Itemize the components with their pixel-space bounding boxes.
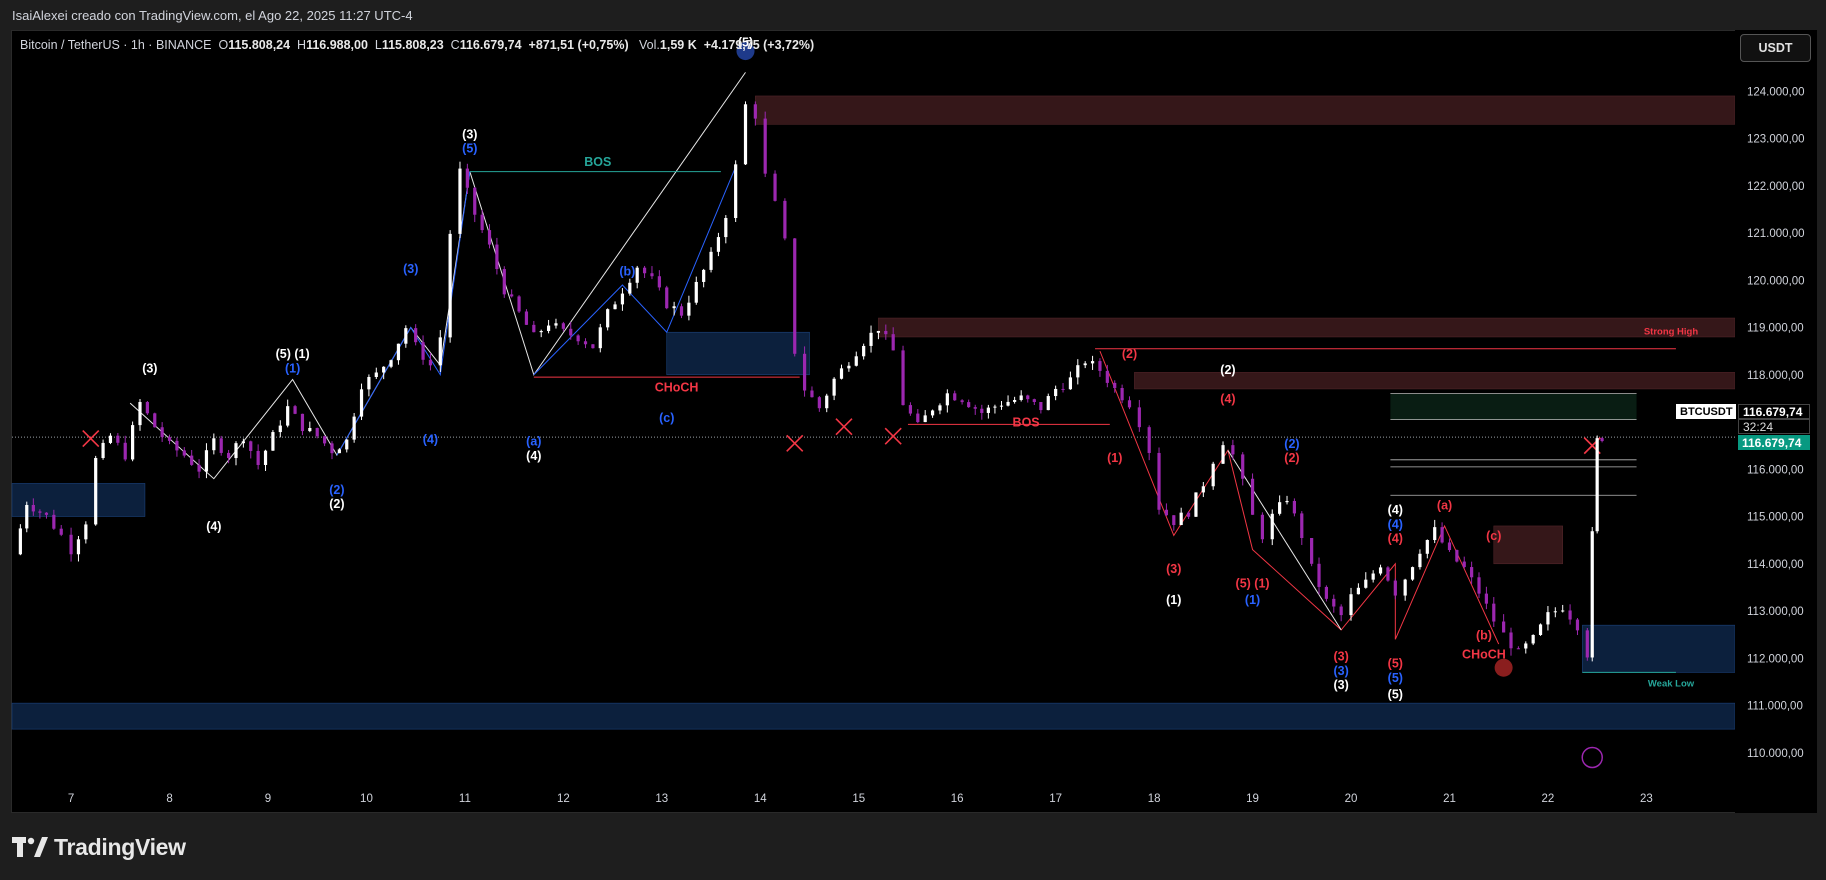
chart-area[interactable]	[11, 30, 1817, 813]
chart-credit: IsaiAlexei creado con TradingView.com, e…	[12, 8, 413, 23]
currency-button[interactable]: USDT	[1740, 34, 1811, 62]
legend-low-label: L	[374, 38, 382, 52]
legend-volume-value: 1,59 K	[659, 38, 697, 52]
last-price-tag-text: 116.679,74	[1743, 404, 1803, 419]
legend-low-value: 115.808,23	[381, 38, 444, 52]
legend-open-value: 115.808,24	[228, 38, 291, 52]
legend-high-value: 116.988,00	[306, 38, 368, 52]
legend-volume-label: Vol.	[639, 38, 660, 52]
top-bar: IsaiAlexei creado con TradingView.com, e…	[0, 0, 1826, 30]
legend-change: +871,51 (+0,75%)	[528, 38, 629, 52]
tradingview-logo-icon	[12, 836, 48, 857]
legend-high-label: H	[297, 38, 307, 52]
legend-row: Bitcoin / TetherUS · 1h · BINANCE O115.8…	[20, 38, 814, 52]
legend-close-label: C	[450, 38, 460, 52]
line-price-tag: 116.679,74	[1738, 435, 1810, 450]
countdown-tag-text: 32:24	[1743, 419, 1774, 434]
footer	[0, 814, 1826, 880]
legend-open-label: O	[218, 38, 229, 52]
countdown-tag: 32:24	[1738, 419, 1810, 434]
legend-extra: +4.179,75 (+3,72%)	[703, 38, 815, 52]
legend-symbol[interactable]: Bitcoin / TetherUS · 1h · BINANCE	[20, 38, 212, 52]
tradingview-logo-text: TradingView	[54, 834, 186, 860]
last-price-tag: 116.679,74	[1738, 404, 1810, 419]
tradingview-logo[interactable]: TradingView	[12, 834, 186, 861]
line-price-tag-text: 116.679,74	[1742, 435, 1802, 450]
symbol-tag: BTCUSDT	[1676, 404, 1736, 419]
legend-close-value: 116.679,74	[459, 38, 522, 52]
symbol-tag-text: BTCUSDT	[1680, 405, 1733, 418]
